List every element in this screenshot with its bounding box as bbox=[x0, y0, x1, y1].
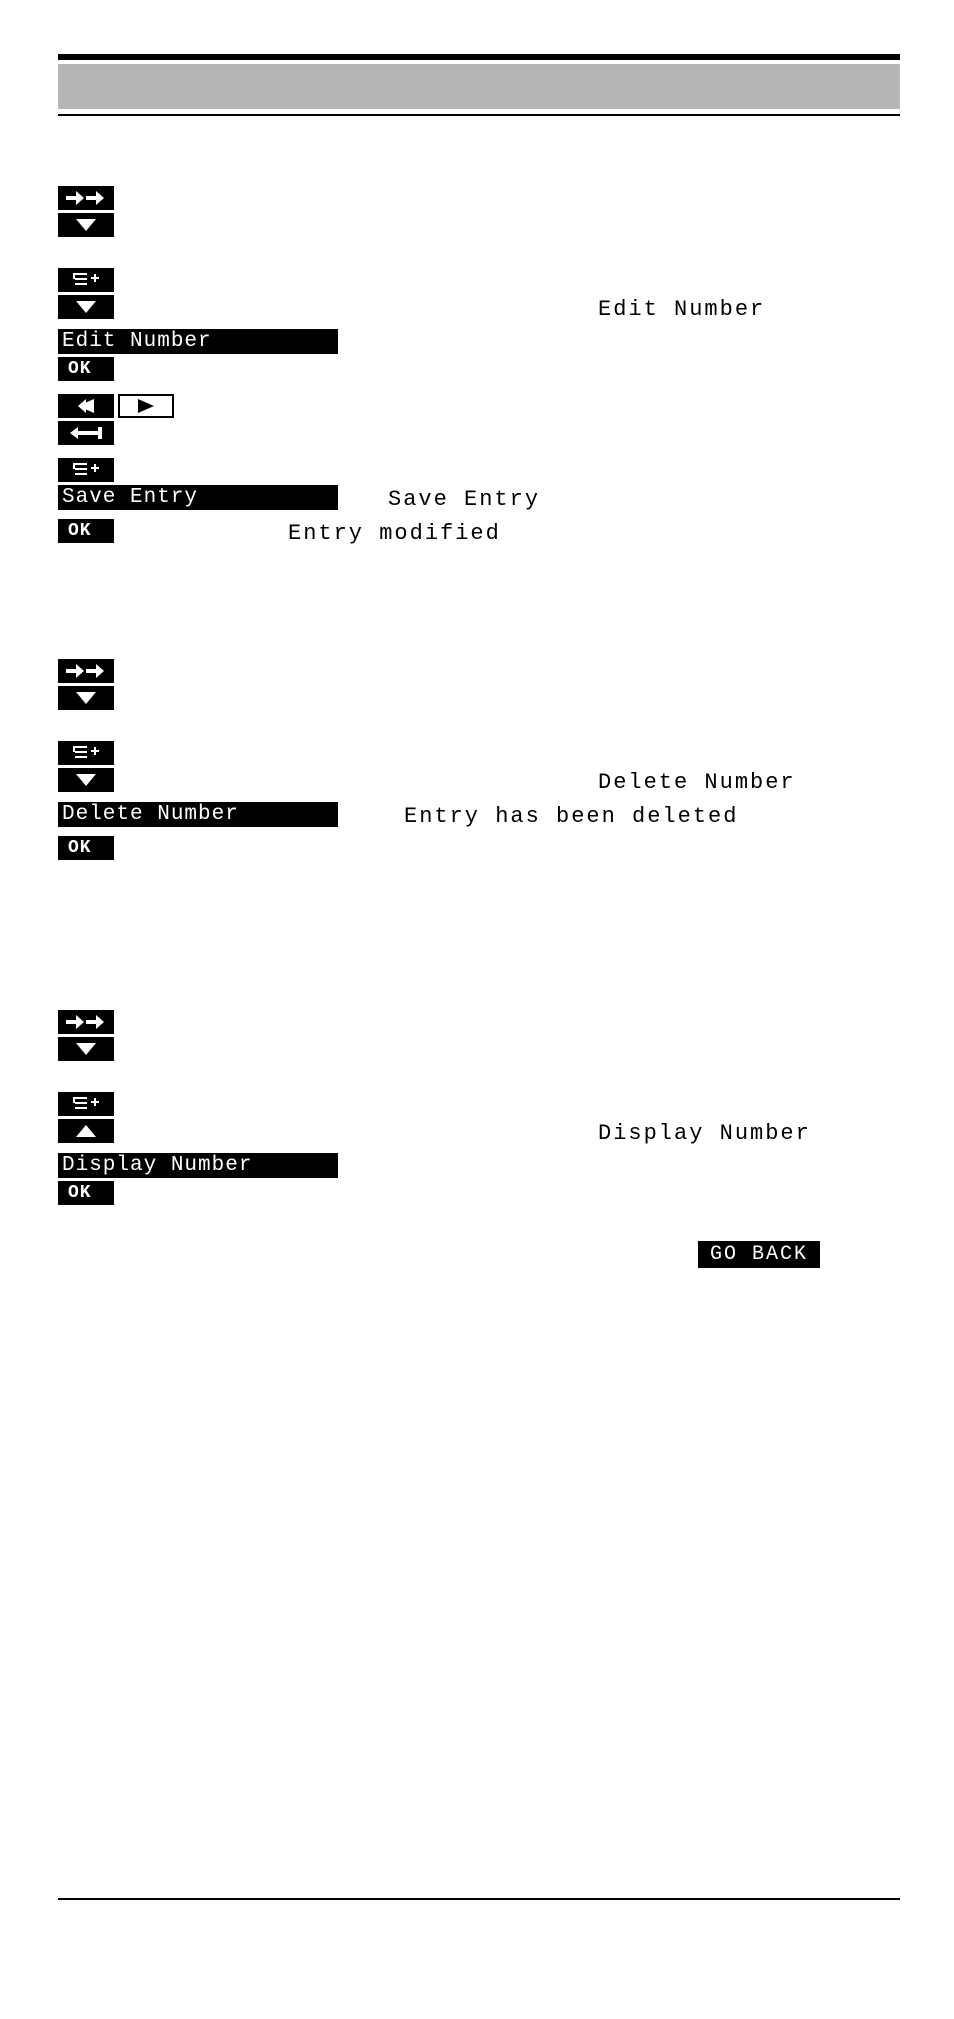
menu-key-icon bbox=[58, 458, 114, 482]
section-delete-number: Delete Number Delete Number Entry has be… bbox=[58, 659, 900, 860]
footer-rule bbox=[58, 1898, 900, 1900]
ok-key: OK bbox=[58, 836, 114, 860]
display-text: Entry modified bbox=[288, 519, 501, 550]
ok-key: OK bbox=[58, 519, 114, 543]
down-key-icon bbox=[58, 686, 114, 710]
menu-key-icon bbox=[58, 1092, 114, 1116]
display-text: Edit Number bbox=[598, 295, 765, 326]
forward-key-icon bbox=[58, 186, 114, 210]
header-black-bar bbox=[58, 54, 900, 60]
menu-key-icon bbox=[58, 268, 114, 292]
up-key-icon bbox=[58, 1119, 114, 1143]
left-key-icon bbox=[58, 394, 114, 418]
section-edit-number: Edit Number Edit Number OK bbox=[58, 186, 900, 549]
down-key-icon bbox=[58, 768, 114, 792]
down-key-icon bbox=[58, 295, 114, 319]
down-key-icon bbox=[58, 213, 114, 237]
menu-item-edit-number: Edit Number bbox=[58, 329, 338, 354]
display-text: Delete Number bbox=[598, 768, 796, 799]
header-rule bbox=[58, 114, 900, 116]
menu-item-display-number: Display Number bbox=[58, 1153, 338, 1178]
menu-item-save-entry: Save Entry bbox=[58, 485, 338, 510]
display-text: Entry has been deleted bbox=[404, 802, 738, 833]
header-grey-bar bbox=[58, 64, 900, 109]
backspace-key-icon bbox=[58, 421, 114, 445]
right-key-icon bbox=[118, 394, 174, 418]
go-back-button[interactable]: GO BACK bbox=[698, 1241, 820, 1268]
menu-key-icon bbox=[58, 741, 114, 765]
page: Edit Number Edit Number OK bbox=[58, 0, 900, 1268]
down-key-icon bbox=[58, 1037, 114, 1061]
display-text: Display Number bbox=[598, 1119, 811, 1150]
ok-key: OK bbox=[58, 1181, 114, 1205]
ok-key: OK bbox=[58, 357, 114, 381]
section-display-number: Display Number Display Number OK GO BACK bbox=[58, 1010, 900, 1268]
display-text: Save Entry bbox=[388, 485, 540, 516]
menu-item-delete-number: Delete Number bbox=[58, 802, 338, 827]
forward-key-icon bbox=[58, 1010, 114, 1034]
forward-key-icon bbox=[58, 659, 114, 683]
